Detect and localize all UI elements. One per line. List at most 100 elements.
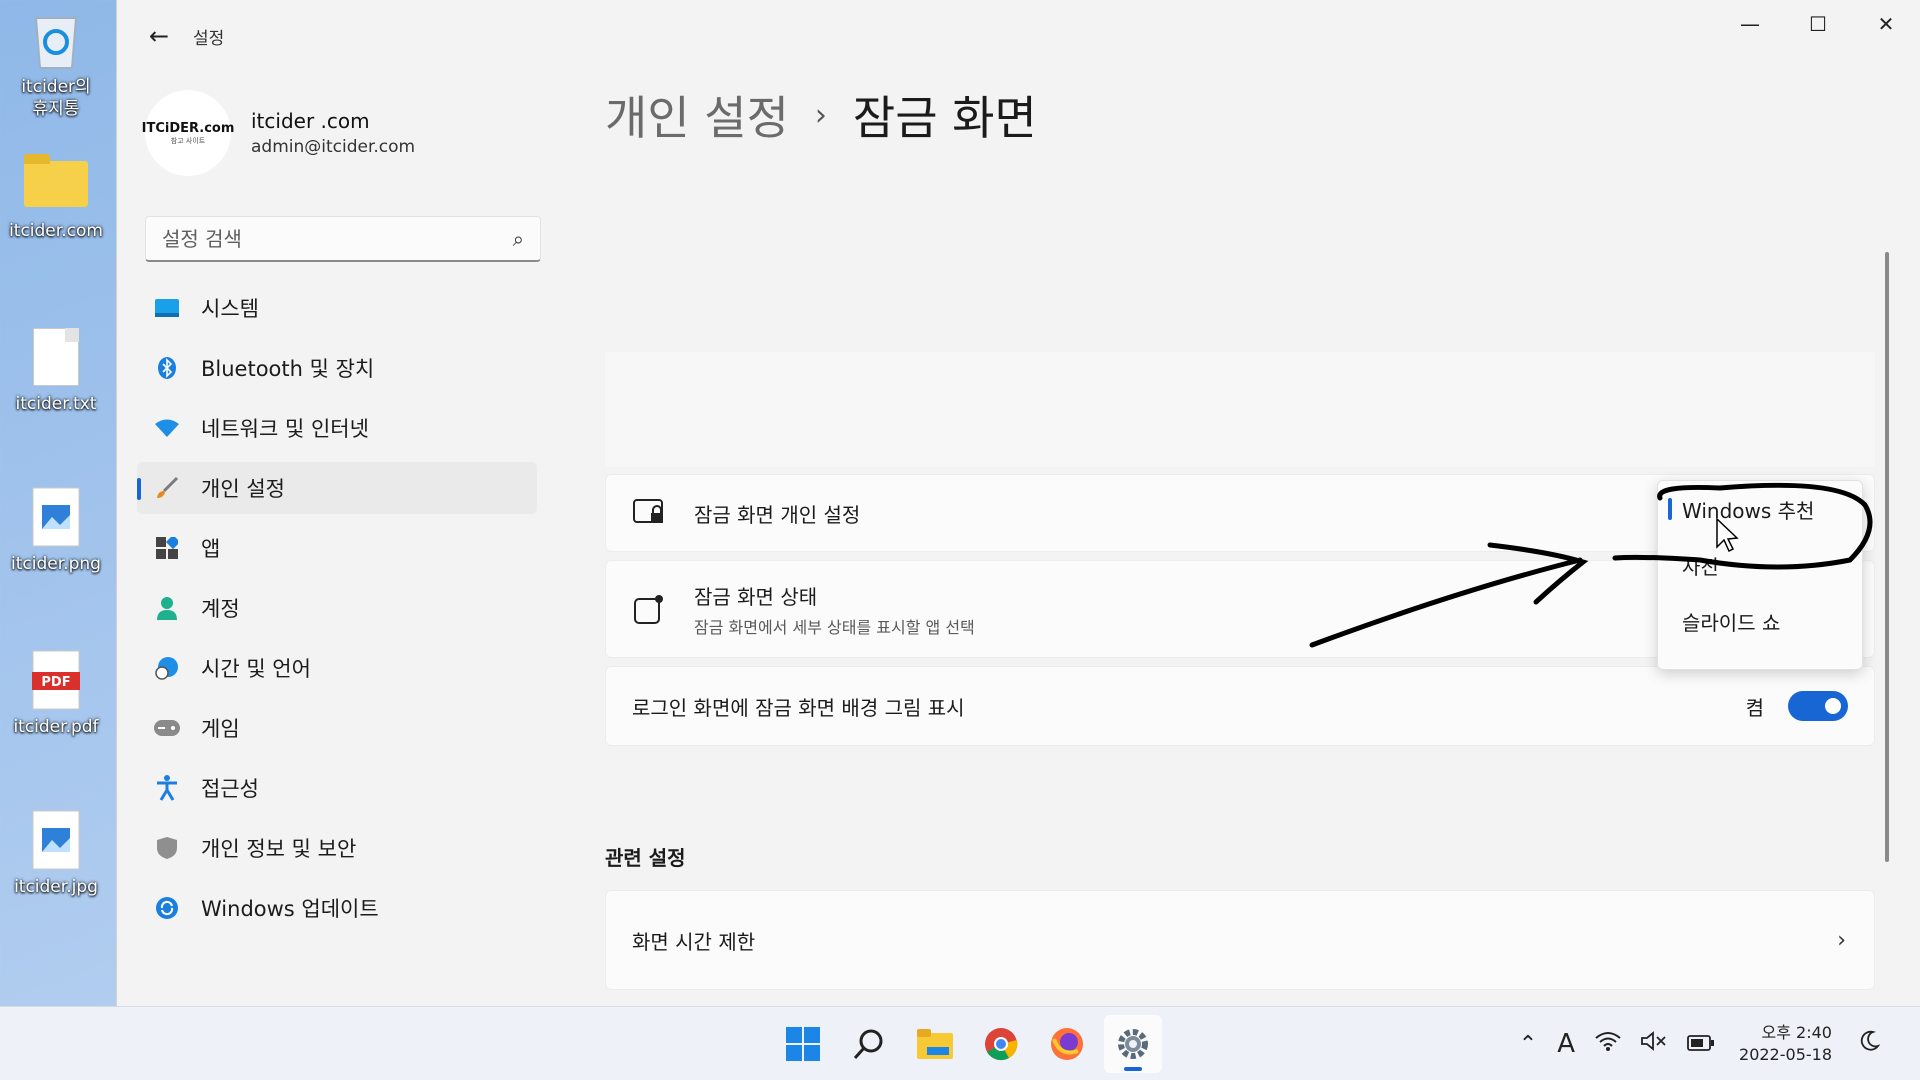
desktop: itcider의 휴지통 itcider.com itcider.txt itc… — [0, 0, 116, 1006]
file-explorer-button[interactable] — [906, 1015, 964, 1073]
desktop-icon-label: itcider.txt — [15, 394, 97, 414]
sidebar-item-gaming[interactable]: 게임 — [137, 702, 537, 754]
sidebar-nav: 시스템 Bluetooth 및 장치 네트워크 및 인터넷 개인 설정 앱 계정 — [137, 282, 537, 942]
screen-timeout-title: 화면 시간 제한 — [632, 929, 756, 954]
desktop-icon-label: itcider.png — [11, 554, 101, 574]
sidebar-item-label: 시간 및 언어 — [201, 657, 311, 681]
lock-screen-preview — [605, 352, 1875, 467]
update-icon — [153, 894, 181, 922]
system-tray: ⌃ A 오후 2:40 2022-05-18 — [1509, 1007, 1890, 1080]
desktop-icon-png[interactable]: itcider.png — [4, 485, 108, 575]
dropdown-option-slideshow[interactable]: 슬라이드 쇼 — [1658, 593, 1862, 649]
desktop-icon-label: itcider.com — [9, 221, 103, 241]
moon-icon[interactable] — [1858, 1030, 1881, 1058]
desktop-icon-label: itcider의 휴지통 — [21, 77, 91, 119]
volume-muted-icon[interactable] — [1641, 1031, 1667, 1057]
shield-icon — [153, 834, 181, 862]
avatar: ITCiDER.com 참고 사이트 — [142, 90, 234, 176]
breadcrumb: 개인 설정 › 잠금 화면 — [605, 82, 1037, 148]
screen-timeout-card[interactable]: 화면 시간 제한 › — [605, 890, 1875, 990]
person-icon — [153, 594, 181, 622]
settings-window: ← 설정 — ☐ ✕ ITCiDER.com 참고 사이트 itcider .c… — [116, 0, 1920, 1006]
status-subtitle: 잠금 화면에서 세부 상태를 표시할 앱 선택 — [694, 617, 975, 637]
desktop-icon-label: itcider.jpg — [14, 877, 98, 897]
sidebar-item-accessibility[interactable]: 접근성 — [137, 762, 537, 814]
lock-screen-icon — [632, 496, 666, 530]
breadcrumb-separator: › — [814, 97, 827, 133]
desktop-icon-jpg[interactable]: itcider.jpg — [4, 808, 108, 898]
sidebar-item-system[interactable]: 시스템 — [137, 282, 537, 334]
sidebar-item-personalization[interactable]: 개인 설정 — [137, 462, 537, 514]
login-background-toggle[interactable] — [1788, 691, 1848, 721]
settings-button[interactable] — [1104, 1015, 1162, 1073]
start-button[interactable] — [774, 1015, 832, 1073]
wifi-icon — [153, 414, 181, 442]
sidebar-item-label: 네트워크 및 인터넷 — [201, 417, 369, 441]
wifi-icon[interactable] — [1595, 1031, 1621, 1057]
title-bar: ← 설정 — ☐ ✕ — [117, 0, 1920, 72]
dropdown-option-windows-spotlight[interactable]: Windows 추천 — [1658, 481, 1862, 537]
profile-email: admin@itcider.com — [251, 137, 416, 157]
firefox-button[interactable] — [1038, 1015, 1096, 1073]
breadcrumb-parent[interactable]: 개인 설정 — [605, 82, 789, 148]
user-profile[interactable]: ITCiDER.com 참고 사이트 itcider .com admin@it… — [142, 90, 416, 176]
sidebar-item-apps[interactable]: 앱 — [137, 522, 537, 574]
desktop-icon-txt[interactable]: itcider.txt — [4, 325, 108, 415]
desktop-icon-recycle-bin[interactable]: itcider의 휴지통 — [4, 8, 108, 120]
window-controls: — ☐ ✕ — [1716, 0, 1920, 48]
monitor-icon — [153, 294, 181, 322]
sidebar-item-label: 게임 — [201, 717, 240, 741]
personalize-title: 잠금 화면 개인 설정 — [694, 502, 861, 527]
taskbar-search-button[interactable] — [840, 1015, 898, 1073]
close-button[interactable]: ✕ — [1852, 0, 1920, 48]
battery-icon[interactable] — [1687, 1032, 1715, 1057]
folder-icon — [24, 152, 88, 216]
image-file-icon — [24, 808, 88, 872]
text-file-icon — [24, 325, 88, 389]
ime-indicator[interactable]: A — [1557, 1029, 1575, 1059]
maximize-button[interactable]: ☐ — [1784, 0, 1852, 48]
app-status-icon — [632, 592, 666, 626]
sidebar-item-label: 시스템 — [201, 297, 259, 321]
sidebar-item-bluetooth[interactable]: Bluetooth 및 장치 — [137, 342, 537, 394]
chevron-up-icon[interactable]: ⌃ — [1519, 1032, 1537, 1057]
search-input[interactable] — [162, 226, 482, 251]
minimize-button[interactable]: — — [1716, 0, 1784, 48]
avatar-subtext: 참고 사이트 — [170, 136, 206, 145]
app-title: 설정 — [193, 28, 225, 49]
dropdown-option-picture[interactable]: 사진 — [1658, 537, 1862, 593]
brush-icon — [153, 474, 181, 502]
scrollbar[interactable] — [1885, 252, 1889, 862]
sidebar-item-label: Bluetooth 및 장치 — [201, 357, 375, 381]
sidebar-item-label: Windows 업데이트 — [201, 897, 379, 921]
clock-date: 2022-05-18 — [1739, 1045, 1832, 1064]
chrome-icon — [985, 1028, 1018, 1061]
arrow-left-icon: ← — [148, 22, 170, 50]
sidebar-item-label: 접근성 — [201, 777, 259, 801]
sidebar-item-label: 개인 설정 — [201, 477, 285, 501]
avatar-text: ITCiDER.com — [141, 120, 235, 136]
settings-icon — [1118, 1029, 1148, 1059]
sidebar-item-label: 개인 정보 및 보안 — [201, 837, 357, 861]
sidebar-item-accounts[interactable]: 계정 — [137, 582, 537, 634]
sidebar-item-windows-update[interactable]: Windows 업데이트 — [137, 882, 537, 934]
bluetooth-icon — [153, 354, 181, 382]
accessibility-icon — [153, 774, 181, 802]
search-icon — [853, 1029, 883, 1060]
gamepad-icon — [153, 714, 181, 742]
chrome-button[interactable] — [972, 1015, 1030, 1073]
sidebar-item-privacy[interactable]: 개인 정보 및 보안 — [137, 822, 537, 874]
start-icon — [786, 1027, 820, 1061]
clock[interactable]: 오후 2:40 2022-05-18 — [1739, 1022, 1832, 1066]
sidebar-item-network[interactable]: 네트워크 및 인터넷 — [137, 402, 537, 454]
apps-icon — [153, 534, 181, 562]
desktop-icon-pdf[interactable]: PDF itcider.pdf — [4, 648, 108, 738]
back-button[interactable]: ← — [139, 16, 179, 56]
firefox-icon — [1051, 1028, 1083, 1060]
search-icon[interactable]: ⌕ — [513, 227, 524, 251]
settings-search[interactable]: ⌕ — [145, 216, 541, 262]
sidebar-item-time-language[interactable]: 시간 및 언어 — [137, 642, 537, 694]
desktop-icon-folder[interactable]: itcider.com — [4, 152, 108, 242]
status-title: 잠금 화면 상태 — [694, 584, 818, 609]
pdf-badge-text: PDF — [41, 675, 70, 690]
